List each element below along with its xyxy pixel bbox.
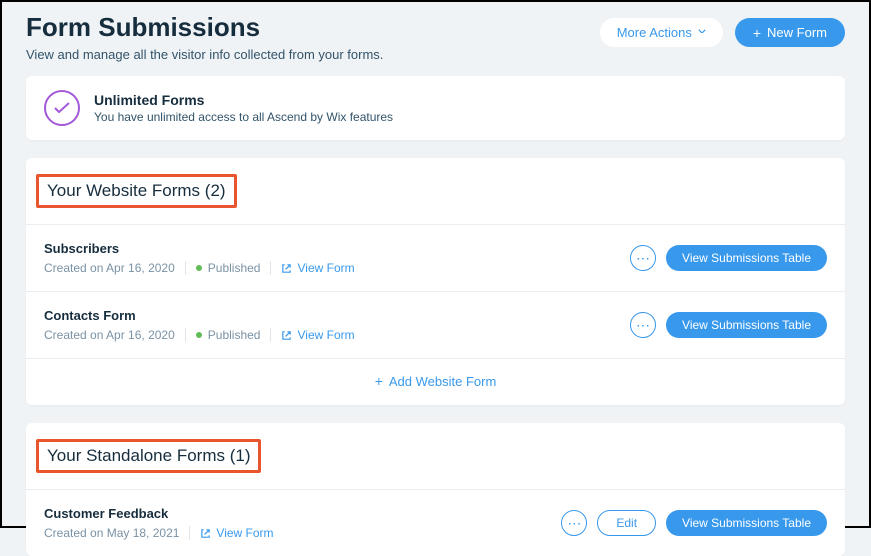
- more-options-button[interactable]: ⋯: [630, 312, 656, 338]
- chevron-down-icon: [698, 29, 706, 37]
- plus-icon: +: [375, 374, 383, 388]
- view-form-link[interactable]: View Form: [281, 328, 354, 342]
- status-badge: Published: [196, 261, 261, 275]
- more-actions-label: More Actions: [617, 25, 692, 40]
- new-form-label: New Form: [767, 25, 827, 40]
- external-link-icon: [281, 263, 292, 274]
- edit-button[interactable]: Edit: [597, 510, 656, 536]
- standalone-forms-title: Your Standalone Forms (1): [36, 439, 261, 473]
- created-date: Created on Apr 16, 2020: [44, 261, 175, 275]
- standalone-forms-card: Your Standalone Forms (1) Customer Feedb…: [26, 423, 845, 556]
- new-form-button[interactable]: + New Form: [735, 18, 845, 47]
- add-website-form-link[interactable]: + Add Website Form: [375, 374, 497, 389]
- status-badge: Published: [196, 328, 261, 342]
- form-row: Contacts Form Created on Apr 16, 2020 Pu…: [26, 291, 845, 358]
- banner-title: Unlimited Forms: [94, 92, 393, 108]
- plus-icon: +: [753, 26, 761, 40]
- banner-subtitle: You have unlimited access to all Ascend …: [94, 110, 393, 124]
- more-actions-button[interactable]: More Actions: [600, 18, 723, 47]
- dots-icon: ⋯: [636, 317, 650, 334]
- page-subtitle: View and manage all the visitor info col…: [26, 47, 383, 62]
- separator: [270, 328, 271, 342]
- more-options-button[interactable]: ⋯: [630, 245, 656, 271]
- website-forms-card: Your Website Forms (2) Subscribers Creat…: [26, 158, 845, 405]
- separator: [185, 328, 186, 342]
- dots-icon: ⋯: [636, 250, 650, 267]
- external-link-icon: [281, 330, 292, 341]
- form-row: Customer Feedback Created on May 18, 202…: [26, 489, 845, 556]
- more-options-button[interactable]: ⋯: [561, 510, 587, 536]
- check-circle-icon: [44, 90, 80, 126]
- form-name: Subscribers: [44, 241, 355, 256]
- status-dot-icon: [196, 265, 202, 271]
- view-form-link[interactable]: View Form: [281, 261, 354, 275]
- view-submissions-button[interactable]: View Submissions Table: [666, 245, 827, 271]
- view-submissions-button[interactable]: View Submissions Table: [666, 312, 827, 338]
- form-name: Customer Feedback: [44, 506, 274, 521]
- status-dot-icon: [196, 332, 202, 338]
- form-row: Subscribers Created on Apr 16, 2020 Publ…: [26, 224, 845, 291]
- external-link-icon: [200, 528, 211, 539]
- dots-icon: ⋯: [567, 515, 581, 532]
- separator: [270, 261, 271, 275]
- unlimited-forms-banner: Unlimited Forms You have unlimited acces…: [26, 76, 845, 140]
- created-date: Created on Apr 16, 2020: [44, 328, 175, 342]
- view-form-link[interactable]: View Form: [200, 526, 273, 540]
- separator: [189, 526, 190, 540]
- page-header: Form Submissions View and manage all the…: [2, 2, 869, 62]
- form-name: Contacts Form: [44, 308, 355, 323]
- separator: [185, 261, 186, 275]
- page-title: Form Submissions: [26, 12, 383, 43]
- view-submissions-button[interactable]: View Submissions Table: [666, 510, 827, 536]
- created-date: Created on May 18, 2021: [44, 526, 179, 540]
- website-forms-title: Your Website Forms (2): [36, 174, 237, 208]
